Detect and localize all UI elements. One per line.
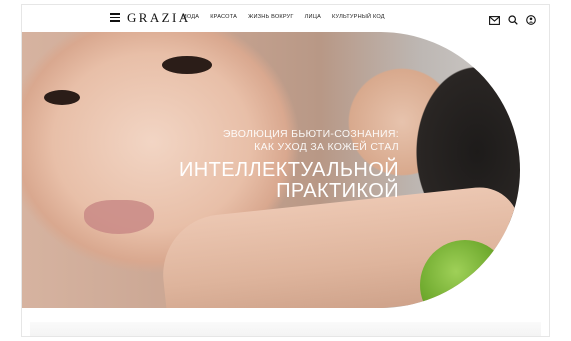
nav-item-culture[interactable]: КУЛЬТУРНЫЙ КОД xyxy=(332,14,385,20)
nav-item-faces[interactable]: ЛИЦА xyxy=(305,14,321,20)
mail-icon[interactable] xyxy=(489,12,500,30)
user-icon[interactable] xyxy=(526,12,536,30)
main-nav: МОДА КРАСОТА ЖИЗНЬ ВОКРУГ ЛИЦА КУЛЬТУРНЫ… xyxy=(182,14,385,20)
eye-right xyxy=(162,56,212,74)
nav-item-beauty[interactable]: КРАСОТА xyxy=(210,14,237,20)
hero-headline-line-1: ИНТЕЛЛЕКТУАЛЬНОЙ xyxy=(178,159,399,181)
lips xyxy=(84,200,154,234)
menu-icon[interactable] xyxy=(110,13,120,22)
hero-headline-line-2: ПРАКТИКОЙ xyxy=(276,180,399,202)
content-below xyxy=(22,308,549,336)
content-strip xyxy=(30,322,541,336)
search-icon[interactable] xyxy=(508,12,518,30)
nav-item-life[interactable]: ЖИЗНЬ ВОКРУГ xyxy=(248,14,294,20)
hero-kicker-line-1: ЭВОЛЮЦИЯ БЬЮТИ-СОЗНАНИЯ: xyxy=(222,128,399,140)
site-header: GRAZIA МОДА КРАСОТА ЖИЗНЬ ВОКРУГ ЛИЦА КУ… xyxy=(22,5,549,31)
hero-banner[interactable]: ЭВОЛЮЦИЯ БЬЮТИ-СОЗНАНИЯ: КАК УХОД ЗА КОЖ… xyxy=(22,32,549,308)
header-icons xyxy=(489,12,536,30)
hero-kicker-line-2: КАК УХОД ЗА КОЖЕЙ СТАЛ xyxy=(254,141,399,153)
hero-caption[interactable]: ЭВОЛЮЦИЯ БЬЮТИ-СОЗНАНИЯ: КАК УХОД ЗА КОЖ… xyxy=(179,128,399,202)
browser-frame: GRAZIA МОДА КРАСОТА ЖИЗНЬ ВОКРУГ ЛИЦА КУ… xyxy=(21,4,550,337)
nav-item-fashion[interactable]: МОДА xyxy=(182,14,199,20)
eye-left xyxy=(44,90,80,105)
site-logo[interactable]: GRAZIA xyxy=(127,10,191,26)
